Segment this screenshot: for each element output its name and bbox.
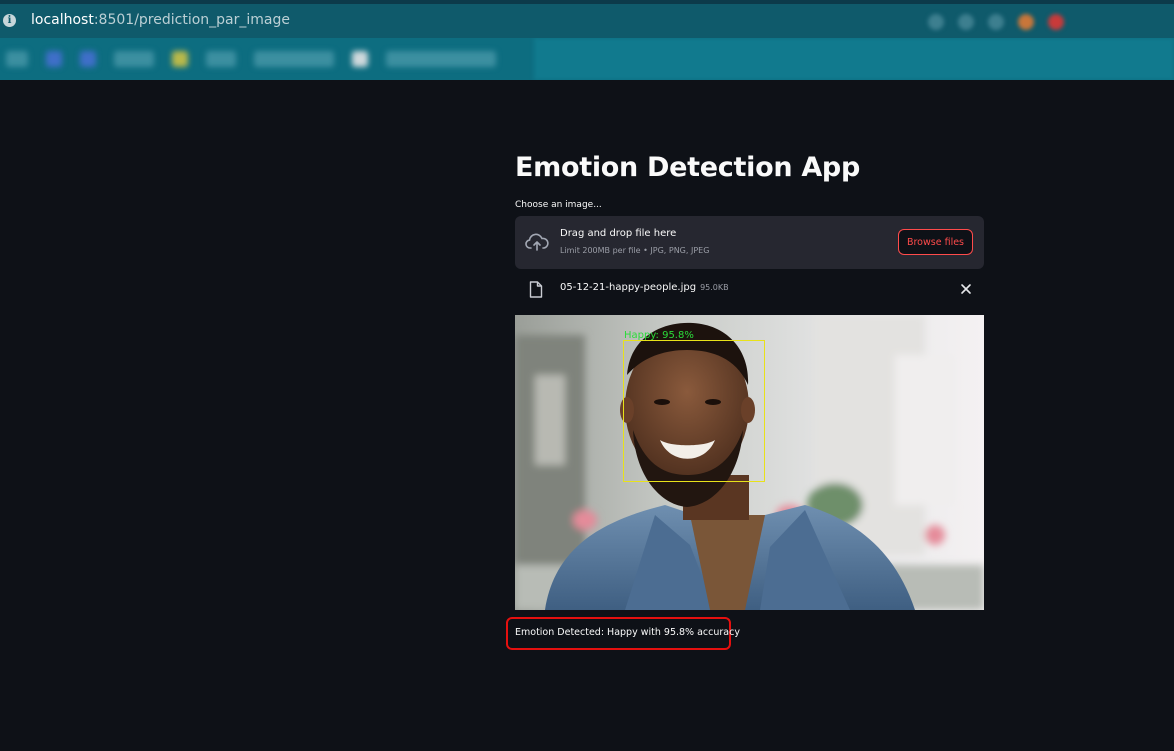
- file-name-text: 05-12-21-happy-people.jpg: [560, 282, 697, 293]
- remove-file-close-icon[interactable]: [960, 283, 972, 295]
- extension-icon[interactable]: [958, 14, 974, 30]
- emotion-result-callout: Emotion Detected: Happy with 95.8% accur…: [506, 617, 740, 650]
- bookmarks-bar: [0, 38, 1174, 80]
- cloud-upload-icon: [525, 233, 549, 251]
- uploaded-file-name: 05-12-21-happy-people.jpg 95.0KB: [560, 282, 729, 293]
- extension-icon[interactable]: [928, 14, 944, 30]
- uploaded-file-row: 05-12-21-happy-people.jpg 95.0KB: [515, 275, 984, 303]
- bookmark-item[interactable]: [114, 51, 154, 67]
- file-icon: [529, 281, 543, 298]
- bookmark-item[interactable]: [254, 51, 334, 67]
- browse-files-button[interactable]: Browse files: [897, 229, 973, 255]
- prediction-image: Happy: 95.8%: [515, 315, 984, 610]
- page-title: Emotion Detection App: [515, 152, 860, 183]
- extension-icon[interactable]: [988, 14, 1004, 30]
- dropzone-title: Drag and drop file here: [560, 228, 677, 239]
- url-text[interactable]: localhost:8501/prediction_par_image: [31, 12, 290, 28]
- dropzone-limit-text: Limit 200MB per file • JPG, PNG, JPEG: [560, 246, 710, 255]
- bookmarks-overflow: [534, 38, 1174, 80]
- face-detection-box: [623, 340, 765, 482]
- browser-extension-icons: [928, 14, 1064, 30]
- extension-icon[interactable]: [1048, 14, 1064, 30]
- extension-icon[interactable]: [1018, 14, 1034, 30]
- bookmark-item[interactable]: [206, 51, 236, 67]
- face-detection-label: Happy: 95.8%: [624, 330, 694, 341]
- app-main: Emotion Detection App Choose an image...…: [0, 80, 1174, 751]
- bookmark-item[interactable]: [6, 51, 28, 67]
- url-path: :8501/prediction_par_image: [93, 12, 290, 28]
- bookmark-item[interactable]: [80, 51, 96, 67]
- site-info-icon[interactable]: i: [3, 14, 16, 27]
- bookmark-item[interactable]: [386, 51, 496, 67]
- emotion-result-text: Emotion Detected: Happy with 95.8% accur…: [515, 627, 740, 638]
- bookmark-item[interactable]: [172, 51, 188, 67]
- uploaded-file-size: 95.0KB: [700, 283, 729, 292]
- uploader-label: Choose an image...: [515, 200, 602, 210]
- bookmark-item[interactable]: [46, 51, 62, 67]
- bookmark-item[interactable]: [352, 51, 368, 67]
- url-host: localhost: [31, 12, 94, 28]
- file-dropzone[interactable]: Drag and drop file here Limit 200MB per …: [515, 216, 984, 269]
- browser-address-bar[interactable]: i localhost:8501/prediction_par_image: [0, 4, 1174, 38]
